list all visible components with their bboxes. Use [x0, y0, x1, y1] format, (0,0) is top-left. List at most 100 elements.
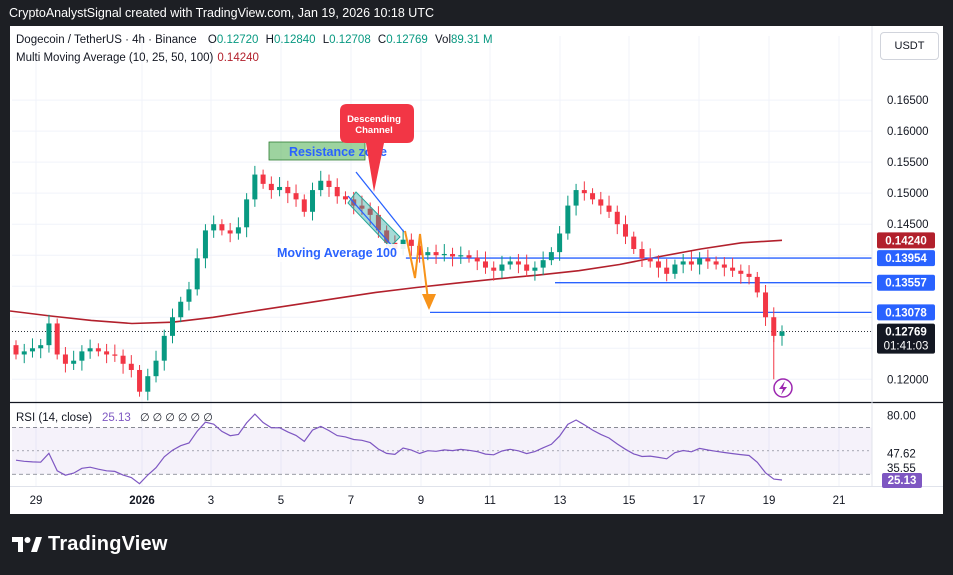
- time-tick-label: 15: [623, 495, 636, 507]
- candle-body: [697, 258, 703, 265]
- support-resistance-levels: [12, 257, 872, 332]
- channel-lower-line: [347, 195, 395, 249]
- symbol-name[interactable]: Dogecoin / TetherUS · 4h · Binance: [16, 34, 197, 46]
- annotations-overlay: Resistance zoneDescendingChannelMoving A…: [268, 104, 793, 398]
- time-tick-label: 5: [278, 495, 284, 507]
- candle-body: [79, 351, 85, 361]
- candle-body: [227, 230, 233, 234]
- candle-body: [244, 199, 250, 228]
- candle-body: [458, 255, 464, 257]
- candle-body: [408, 239, 414, 246]
- high-label: H: [265, 34, 274, 46]
- price-tick-label: 0.15500: [887, 157, 929, 169]
- candle-body: [598, 199, 604, 206]
- candle-body: [441, 253, 447, 256]
- candle-body: [219, 224, 225, 231]
- candle-body: [557, 233, 563, 253]
- ma-legend[interactable]: Multi Moving Average (10, 25, 50, 100) 0.…: [16, 52, 259, 64]
- candle-body: [581, 190, 587, 194]
- candle-body: [721, 264, 727, 268]
- candle-body: [186, 289, 192, 302]
- candle-body: [573, 190, 579, 206]
- price-badge-label: 0.13954: [885, 253, 927, 265]
- last-price-label: 0.12769: [885, 327, 927, 339]
- candle-body: [95, 348, 101, 352]
- rsi-pane: RSI (14, close) 25.13 ∅ ∅ ∅ ∅ ∅ ∅: [12, 412, 872, 485]
- price-badge-label: 0.14240: [885, 235, 927, 247]
- time-tick-label: 11: [484, 495, 496, 507]
- candle-body: [104, 351, 110, 355]
- candle-body: [128, 363, 134, 370]
- candle-body: [664, 267, 670, 274]
- candle-body: [301, 199, 307, 212]
- candle-body: [235, 227, 241, 234]
- candle-body: [326, 180, 332, 187]
- candle-body: [112, 354, 118, 356]
- ma-legend-value: 0.14240: [217, 52, 259, 64]
- candle-body: [540, 260, 546, 268]
- candle-body: [211, 224, 217, 231]
- candle-body: [474, 257, 480, 262]
- candle-body: [178, 301, 184, 318]
- close-label: C: [377, 34, 387, 46]
- candle-body: [54, 323, 60, 355]
- candle-body: [21, 351, 27, 355]
- open-label: O: [207, 34, 217, 46]
- candle-body: [46, 323, 52, 346]
- currency-button[interactable]: USDT: [880, 32, 939, 60]
- rsi-tick-label: 47.62: [887, 449, 916, 461]
- high-value: 0.12840: [273, 34, 316, 46]
- candle-body: [754, 276, 760, 293]
- candle-body: [763, 292, 769, 318]
- candle-body: [507, 261, 513, 265]
- rsi-tick-label: 80.00: [887, 411, 916, 423]
- candle-body: [293, 193, 299, 200]
- candle-body: [87, 348, 93, 352]
- candle-body: [194, 258, 200, 290]
- candle-body: [713, 261, 719, 265]
- candle-body: [730, 267, 736, 271]
- candle-body: [515, 261, 521, 265]
- candle-body: [482, 261, 488, 268]
- time-tick-label: 19: [763, 495, 776, 507]
- candle-body: [680, 261, 686, 265]
- candle-body: [688, 261, 694, 265]
- candle-body: [342, 196, 348, 200]
- candle-body: [655, 261, 661, 268]
- price-tick-label: 0.16000: [887, 126, 929, 138]
- callout-text-line1: Descending: [347, 114, 401, 125]
- symbol-legend: Dogecoin / TetherUS · 4h · Binance O0.12…: [16, 34, 493, 46]
- close-value: 0.12769: [386, 34, 428, 46]
- candle-body: [260, 174, 266, 184]
- volume-label: Vol: [435, 34, 452, 46]
- candle-body: [169, 317, 175, 336]
- chart-canvas[interactable]: Resistance zoneDescendingChannelMoving A…: [10, 26, 943, 514]
- price-badge-label: 0.13557: [885, 278, 927, 290]
- rsi-legend-label: RSI (14, close): [16, 412, 92, 424]
- price-tick-label: 0.16500: [887, 95, 929, 107]
- open-value: 0.12720: [216, 34, 259, 46]
- price-tick-label: 0.15000: [887, 188, 929, 200]
- price-tick-label: 0.14500: [887, 219, 929, 231]
- candle-body: [425, 252, 431, 256]
- chart-panel[interactable]: Resistance zone Descending Channel Moving A…: [10, 26, 943, 514]
- time-tick-label: 29: [30, 495, 43, 507]
- candle-body: [433, 252, 439, 256]
- candle-body: [277, 186, 283, 191]
- candle-body: [161, 335, 167, 361]
- candle-body: [738, 270, 744, 274]
- candle-body: [145, 376, 151, 392]
- candle-body: [268, 183, 274, 191]
- candle-body: [285, 186, 291, 194]
- candle-body: [153, 360, 159, 377]
- price-tick-label: 0.12000: [887, 374, 929, 386]
- ma-legend-label: Multi Moving Average (10, 25, 50, 100): [16, 52, 214, 64]
- time-tick-label: 9: [418, 495, 424, 507]
- candle-body: [310, 190, 316, 212]
- candle-body: [623, 224, 629, 237]
- chart-caption: CryptoAnalystSignal created with Trading…: [9, 6, 434, 20]
- candle-body: [120, 355, 126, 364]
- tradingview-logo-icon: [12, 536, 42, 552]
- candle-body: [29, 348, 35, 352]
- candle-body: [137, 369, 143, 392]
